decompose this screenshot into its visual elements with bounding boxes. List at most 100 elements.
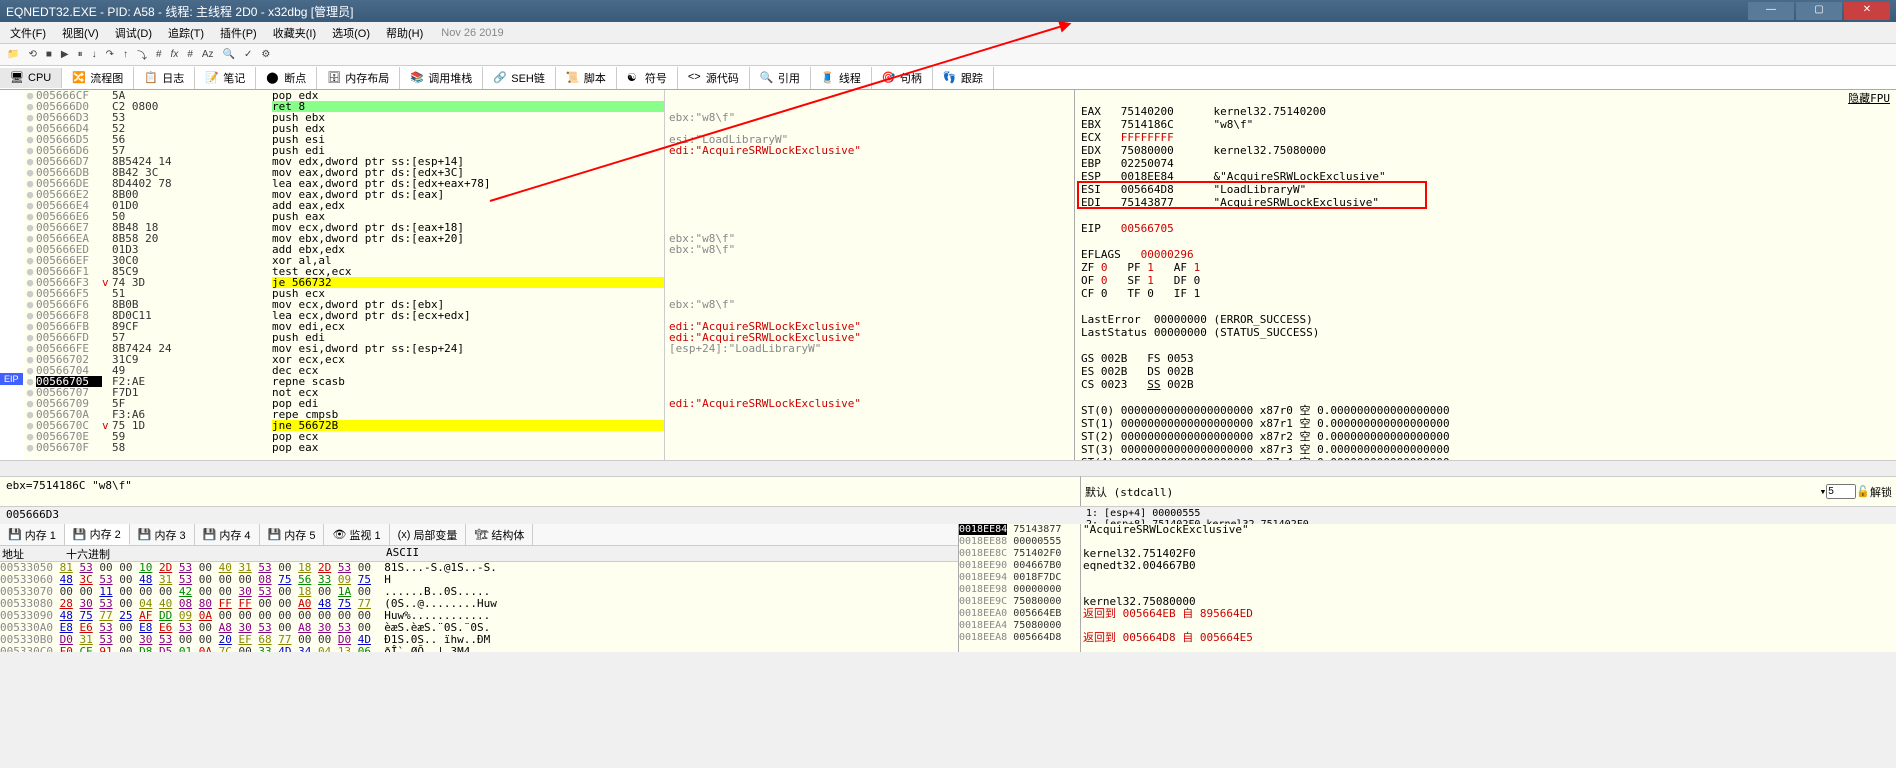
window-title: EQNEDT32.EXE - PID: A58 - 线程: 主线程 2D0 - … bbox=[6, 3, 1748, 20]
reg-ebx[interactable]: EBX 7514186C "w8\f" bbox=[1081, 118, 1890, 131]
locals-tab[interactable]: (x)局部变量 bbox=[390, 524, 467, 545]
reg-ecx[interactable]: ECX FFFFFFFF bbox=[1081, 131, 1890, 144]
tool-skip-icon[interactable]: ⤵ bbox=[134, 46, 150, 63]
tool-pause-icon[interactable]: ⏸ bbox=[75, 48, 86, 61]
stack-row[interactable]: 0018EEA4 75080000 bbox=[959, 620, 1080, 632]
flags-row-0: ZF 0 PF 1 AF 1 bbox=[1081, 261, 1890, 274]
tool-hash-icon[interactable]: # bbox=[153, 48, 165, 61]
callconv-label[interactable]: 默认 (stdcall) bbox=[1085, 484, 1820, 500]
dump-tab-3[interactable]: 💾内存 3 bbox=[130, 524, 195, 545]
menu-options[interactable]: 选项(O) bbox=[326, 23, 376, 43]
tool-fx-icon[interactable]: fx bbox=[168, 48, 182, 61]
fpu-toggle[interactable]: 隐藏FPU bbox=[1848, 92, 1890, 105]
tab-mem[interactable]: 🗄内存布局 bbox=[317, 67, 400, 89]
stack-row[interactable]: 0018EE8C 751402F0 bbox=[959, 548, 1080, 560]
tab-flow[interactable]: 🔀流程图 bbox=[62, 67, 134, 89]
stack-row[interactable]: 0018EE98 00000000 bbox=[959, 584, 1080, 596]
struct-tab[interactable]: 🏗结构体 bbox=[466, 524, 533, 545]
registers-panel[interactable]: 隐藏FPU EAX 75140200 kernel32.75140200EBX … bbox=[1074, 90, 1896, 460]
dump-hdr-addr: 地址 bbox=[0, 546, 66, 561]
menu-plugins[interactable]: 插件(P) bbox=[214, 23, 263, 43]
maximize-button[interactable]: ▢ bbox=[1796, 2, 1842, 20]
disassembly-panel[interactable]: ●005666CF 5Apop edx●005666D0 C2 0800ret … bbox=[24, 90, 664, 460]
flags-row-2: CF 0 TF 0 IF 1 bbox=[1081, 287, 1890, 300]
disasm-row[interactable]: ●0056670F 58pop eax bbox=[24, 442, 664, 453]
dump-tab-5[interactable]: 💾内存 5 bbox=[260, 524, 325, 545]
menu-help[interactable]: 帮助(H) bbox=[380, 23, 429, 43]
tab-trace[interactable]: 👣跟踪 bbox=[933, 67, 994, 89]
tab-log[interactable]: 📋日志 bbox=[134, 67, 195, 89]
reg-edi[interactable]: EDI 75143877 "AcquireSRWLockExclusive" bbox=[1081, 196, 1890, 209]
tool-stepout-icon[interactable]: ↑ bbox=[120, 48, 131, 61]
menu-trace[interactable]: 追踪(T) bbox=[162, 23, 210, 43]
tab-bp[interactable]: ⬤断点 bbox=[256, 67, 317, 89]
reg-ebp[interactable]: EBP 02250074 bbox=[1081, 157, 1890, 170]
stack-row[interactable]: 0018EE94 0018F7DC bbox=[959, 572, 1080, 584]
tool-check-icon[interactable]: ✓ bbox=[241, 48, 255, 61]
stack-row[interactable]: 0018EEA0 005664EB bbox=[959, 608, 1080, 620]
tool-run-icon[interactable]: ▶ bbox=[58, 48, 72, 61]
tool-stepover-icon[interactable]: ↷ bbox=[103, 48, 117, 61]
stack-row[interactable]: 0018EE90 004667B0 bbox=[959, 560, 1080, 572]
stack-row[interactable]: 0018EEA8 005664D8 bbox=[959, 632, 1080, 644]
reg-esp[interactable]: ESP 0018EE84 &"AcquireSRWLockExclusive" bbox=[1081, 170, 1890, 183]
tab-src[interactable]: <>源代码 bbox=[678, 67, 750, 89]
tab-thread[interactable]: 🧵线程 bbox=[811, 67, 872, 89]
menu-file[interactable]: 文件(F) bbox=[4, 23, 52, 43]
dump-row[interactable]: 005330C0 F0 CE 91 00 D8 D5 01 0A 7C 00 3… bbox=[0, 646, 958, 652]
stack-row[interactable]: 0018EE9C 75080000 bbox=[959, 596, 1080, 608]
arg-count-input[interactable] bbox=[1826, 484, 1856, 499]
watch-tab-1[interactable]: 👁监视 1 bbox=[324, 524, 389, 545]
tool-search-icon[interactable]: 🔍 bbox=[220, 48, 238, 61]
log-icon: 📋 bbox=[144, 71, 158, 85]
stack-comment-panel[interactable]: "AcquireSRWLockExclusive"kernel32.751402… bbox=[1080, 524, 1896, 652]
stack-row[interactable]: 0018EE84 75143877 bbox=[959, 524, 1080, 536]
hscroll[interactable] bbox=[0, 460, 1896, 476]
reg-edx[interactable]: EDX 75080000 kernel32.75080000 bbox=[1081, 144, 1890, 157]
tool-az-icon[interactable]: Az bbox=[199, 48, 217, 61]
dump-hdr-hex: 十六进制 bbox=[66, 546, 386, 561]
tab-handle[interactable]: 🎯句柄 bbox=[872, 67, 933, 89]
tab-cpu[interactable]: 🖥CPU bbox=[0, 68, 62, 88]
tool-gear-icon[interactable]: ⚙ bbox=[258, 48, 273, 61]
tool-hash2-icon[interactable]: # bbox=[184, 48, 196, 61]
tab-ref[interactable]: 🔍引用 bbox=[750, 67, 811, 89]
dump-tab-4[interactable]: 💾内存 4 bbox=[195, 524, 260, 545]
tab-seh[interactable]: 🔗SEH链 bbox=[483, 67, 556, 89]
eip-gutter: EIP bbox=[0, 90, 24, 460]
tab-script[interactable]: 📜脚本 bbox=[556, 67, 617, 89]
notes-icon: 📝 bbox=[205, 71, 219, 85]
unlock-label: 解锁 bbox=[1870, 484, 1892, 500]
info-left: ebx=7514186C "w8\f" bbox=[0, 476, 1080, 506]
stack-callconv: 默认 (stdcall) ▾ 🔓 解锁 bbox=[1080, 476, 1896, 506]
lock-icon[interactable]: 🔓 bbox=[1856, 485, 1870, 498]
reg-eax[interactable]: EAX 75140200 kernel32.75140200 bbox=[1081, 105, 1890, 118]
minimize-button[interactable]: — bbox=[1748, 2, 1794, 20]
tool-restart-icon[interactable]: ⟲ bbox=[25, 48, 39, 61]
script-icon: 📜 bbox=[566, 71, 580, 85]
eflags-label: EFLAGS bbox=[1081, 248, 1141, 261]
tab-call[interactable]: 📚调用堆栈 bbox=[400, 67, 483, 89]
dump-panel[interactable]: 💾内存 1 💾内存 2 💾内存 3 💾内存 4 💾内存 5 👁监视 1 (x)局… bbox=[0, 524, 958, 652]
eip-badge: EIP bbox=[0, 373, 23, 385]
menu-debug[interactable]: 调试(D) bbox=[109, 23, 158, 43]
stack-panel[interactable]: 0018EE84 751438770018EE88 000005550018EE… bbox=[958, 524, 1080, 652]
menubar: 文件(F) 视图(V) 调试(D) 追踪(T) 插件(P) 收藏夹(I) 选项(… bbox=[0, 22, 1896, 44]
tool-stop-icon[interactable]: ■ bbox=[43, 48, 55, 61]
menu-fav[interactable]: 收藏夹(I) bbox=[267, 23, 322, 43]
tool-stepinto-icon[interactable]: ↓ bbox=[89, 48, 100, 61]
titlebar: EQNEDT32.EXE - PID: A58 - 线程: 主线程 2D0 - … bbox=[0, 0, 1896, 22]
callconv-dropdown-icon[interactable]: ▾ bbox=[1820, 485, 1827, 498]
tab-sym[interactable]: ☯符号 bbox=[617, 67, 678, 89]
close-button[interactable]: ✕ bbox=[1844, 2, 1890, 20]
seh-icon: 🔗 bbox=[493, 71, 507, 85]
tab-notes[interactable]: 📝笔记 bbox=[195, 67, 256, 89]
mem-icon: 🗄 bbox=[327, 71, 341, 85]
reg-esi[interactable]: ESI 005664D8 "LoadLibraryW" bbox=[1081, 183, 1890, 196]
dump-tab-2[interactable]: 💾内存 2 bbox=[65, 524, 130, 545]
dump-tab-1[interactable]: 💾内存 1 bbox=[0, 524, 65, 545]
menu-view[interactable]: 视图(V) bbox=[56, 23, 105, 43]
tool-folder-icon[interactable]: 📁 bbox=[4, 48, 22, 61]
stack-row[interactable]: 0018EE88 00000555 bbox=[959, 536, 1080, 548]
call-icon: 📚 bbox=[410, 71, 424, 85]
